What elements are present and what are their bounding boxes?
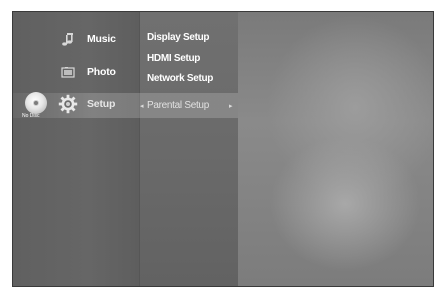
submenu-item-network-setup[interactable]: Network Setup [147, 73, 213, 84]
menu-item-photo[interactable]: Photo [61, 66, 116, 78]
tv-menu-screen: No Disc Music Photo Setup Display Setup … [12, 11, 434, 287]
music-note-icon [62, 33, 73, 46]
main-menu-panel [13, 12, 139, 286]
submenu-item-parental-setup[interactable]: Parental Setup [147, 100, 209, 111]
gear-icon [58, 94, 78, 114]
submenu-item-display-setup[interactable]: Display Setup [147, 32, 210, 43]
photo-icon [61, 67, 75, 78]
disc-status-label: No Disc [22, 113, 40, 119]
submenu-item-hdmi-setup[interactable]: HDMI Setup [147, 53, 200, 64]
menu-item-setup-label: Setup [87, 98, 116, 110]
preview-area [238, 12, 433, 286]
menu-item-setup[interactable]: Setup [58, 94, 115, 114]
left-arrow-icon: ◂ [140, 103, 144, 110]
menu-item-photo-label: Photo [87, 66, 116, 78]
disc-icon [25, 92, 47, 114]
right-arrow-icon: ▸ [229, 103, 233, 110]
menu-item-music[interactable]: Music [61, 32, 116, 46]
menu-item-music-label: Music [87, 33, 116, 45]
